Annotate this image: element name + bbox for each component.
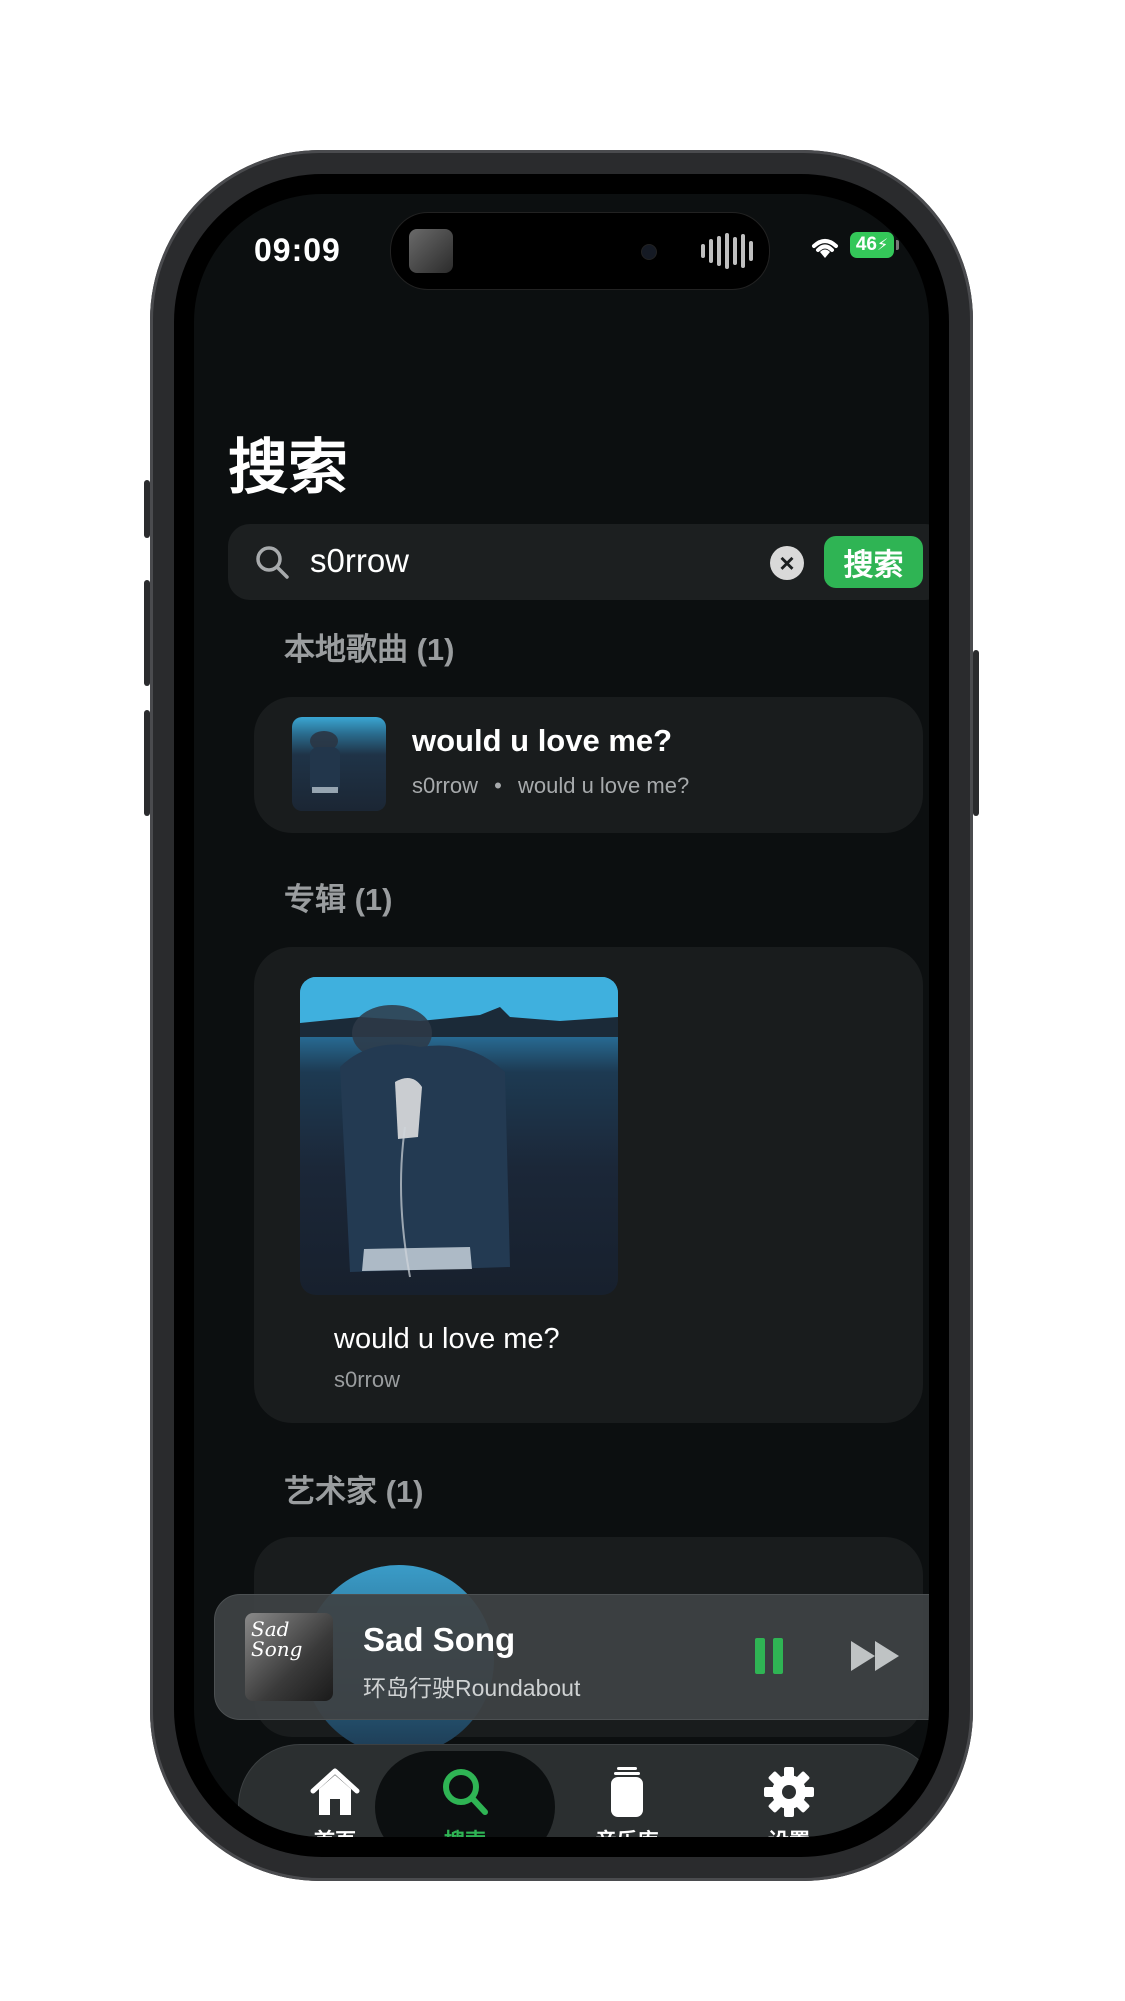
- phone-bezel: 09:09 46 ⚡ 搜索 s0rrow × 搜索 本地歌曲 (1) would…: [174, 174, 949, 1857]
- section-header-local-songs: 本地歌曲 (1): [284, 632, 455, 667]
- song-title: would u love me?: [412, 723, 673, 758]
- clear-search-button[interactable]: ×: [770, 546, 804, 580]
- audio-waveform-icon: [701, 233, 753, 269]
- island-album-art: [409, 229, 453, 273]
- wifi-icon: [812, 239, 838, 258]
- volume-down-button: [144, 710, 150, 816]
- album-title: would u love me?: [334, 1323, 560, 1355]
- album-result-card[interactable]: would u love me? s0rrow: [254, 947, 923, 1423]
- tab-search[interactable]: 搜索: [375, 1751, 555, 1837]
- song-album-art: [292, 717, 386, 811]
- tab-bar: 首页 搜索 音乐库: [238, 1744, 929, 1837]
- section-header-albums: 专辑 (1): [284, 882, 393, 917]
- now-playing-title: Sad Song: [363, 1621, 516, 1658]
- battery-indicator: 46 ⚡: [850, 232, 899, 258]
- song-album: would u love me?: [517, 773, 690, 798]
- page-title: 搜索: [228, 434, 348, 501]
- search-icon: [443, 1769, 488, 1815]
- front-camera: [641, 244, 657, 260]
- album-cover-art: [300, 977, 618, 1295]
- charging-bolt-icon: ⚡: [876, 237, 889, 254]
- song-artist: s0rrow: [412, 773, 479, 798]
- action-button: [144, 480, 150, 538]
- next-track-button[interactable]: [849, 1639, 901, 1673]
- search-icon: [256, 546, 289, 579]
- battery-level: 46: [855, 234, 877, 255]
- song-result-card[interactable]: would u love me? s0rrow • would u love m…: [254, 697, 923, 833]
- tab-search-label: 搜索: [375, 1825, 555, 1837]
- section-header-artists: 艺术家 (1): [284, 1474, 424, 1509]
- phone-frame: 09:09 46 ⚡ 搜索 s0rrow × 搜索 本地歌曲 (1) would…: [144, 150, 979, 1881]
- tab-library-label: 音乐库: [537, 1825, 717, 1837]
- volume-up-button: [144, 580, 150, 686]
- mini-player[interactable]: Sad Song Sad Song 环岛行驶Roundabout: [214, 1594, 929, 1720]
- album-cover-scene: [300, 977, 618, 1278]
- now-playing-art-text: Sad Song: [251, 1617, 303, 1661]
- dynamic-island[interactable]: [390, 212, 770, 290]
- pause-button[interactable]: [755, 1638, 783, 1674]
- search-bar[interactable]: s0rrow × 搜索: [228, 524, 929, 600]
- library-icon: [611, 1767, 643, 1817]
- search-button[interactable]: 搜索: [824, 536, 923, 588]
- gear-icon: [764, 1767, 814, 1817]
- close-icon: ×: [779, 548, 795, 578]
- tab-settings-label: 设置: [699, 1825, 879, 1837]
- album-artist: s0rrow: [334, 1367, 401, 1392]
- now-playing-artist: 环岛行驶Roundabout: [363, 1675, 581, 1701]
- fast-forward-icon: [851, 1641, 899, 1671]
- meta-separator: •: [494, 773, 502, 798]
- now-playing-art: Sad Song: [245, 1613, 333, 1701]
- tab-library[interactable]: 音乐库: [537, 1751, 717, 1837]
- house-icon: [310, 1768, 360, 1815]
- search-input[interactable]: s0rrow: [310, 542, 409, 580]
- figure-silhouette: [310, 731, 340, 793]
- tab-settings[interactable]: 设置: [699, 1751, 879, 1837]
- song-subtitle: s0rrow • would u love me?: [412, 773, 689, 799]
- app-screen: 09:09 46 ⚡ 搜索 s0rrow × 搜索 本地歌曲 (1) would…: [194, 194, 929, 1837]
- status-time: 09:09: [254, 232, 341, 268]
- power-button: [973, 650, 979, 816]
